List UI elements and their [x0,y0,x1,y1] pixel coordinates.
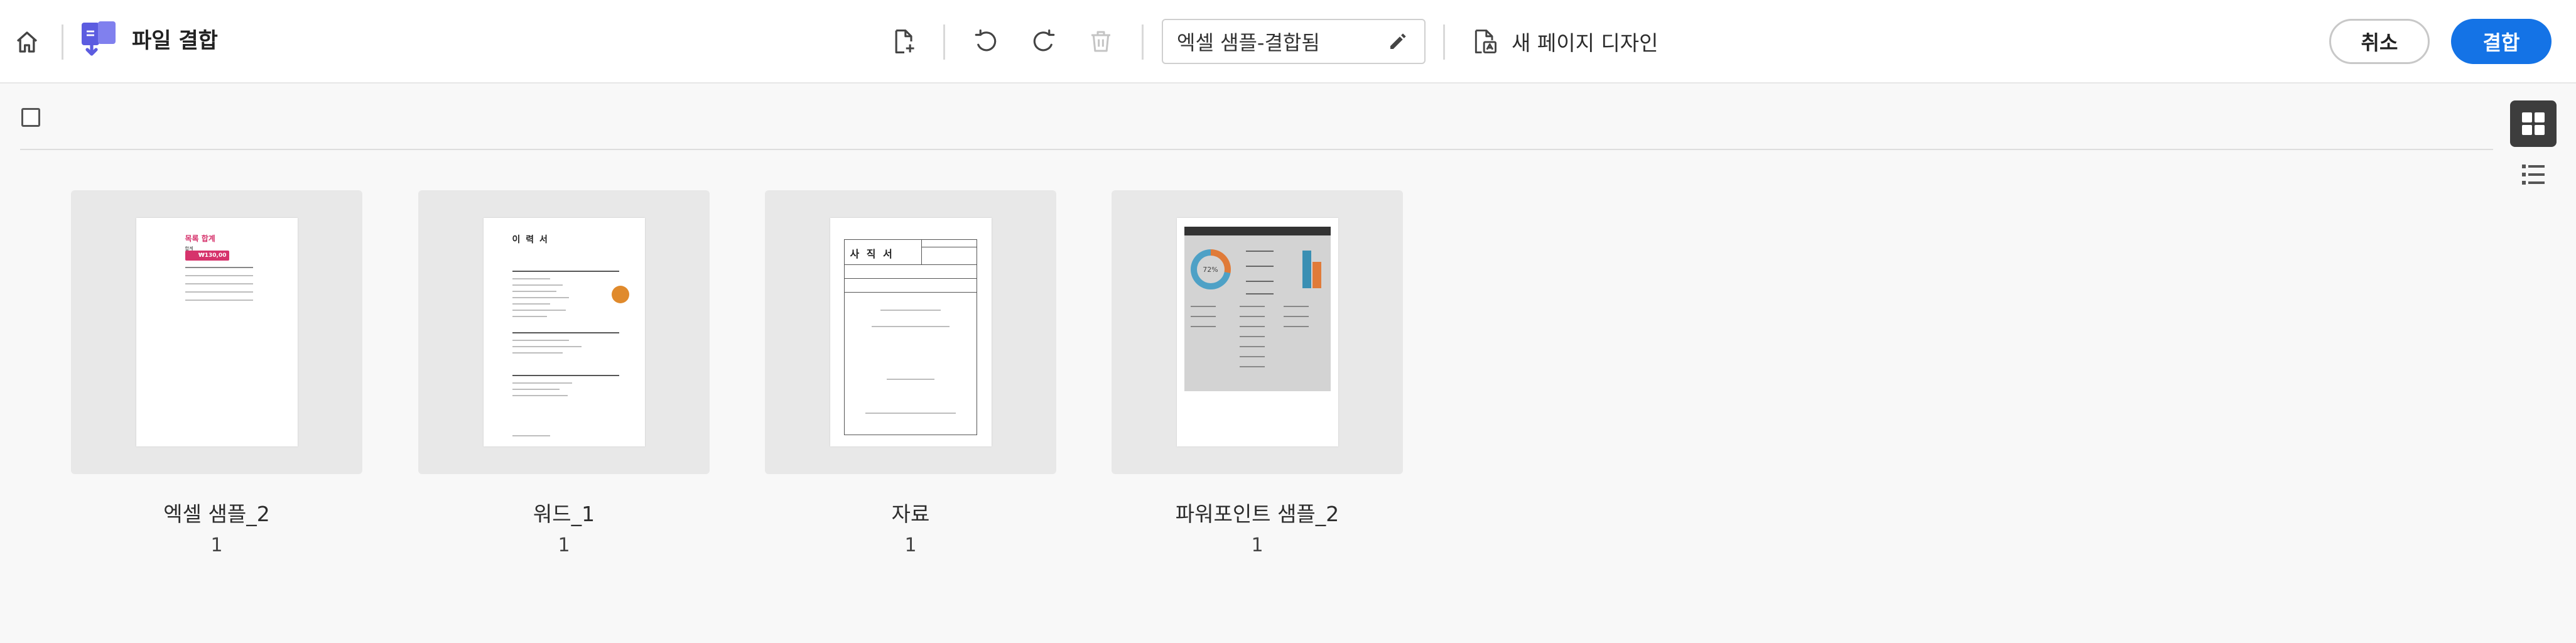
combine-button[interactable]: 결합 [2451,19,2552,64]
home-button[interactable] [9,24,45,60]
page-count: 1 [210,534,223,556]
file-card[interactable]: 목록 합계 합계 ₩130,00 엑셀 샘플_2 1 [71,190,362,558]
page-preview: 이 력 서 [483,218,645,446]
file-card[interactable]: 사 직 서 자료 1 [765,190,1056,558]
toolbar: 파일 결합 엑셀 샘플-결합됨 새 페이지 디자인 취소 결합 [0,0,2576,84]
home-icon [16,31,38,53]
page-preview: 사 직 서 [830,218,992,446]
grid-view-button[interactable] [2510,100,2557,147]
file-thumbnail[interactable]: 목록 합계 합계 ₩130,00 [71,190,362,474]
grid-view-icon [2522,112,2545,135]
file-thumbnail[interactable]: 사 직 서 [765,190,1056,474]
page-count: 1 [1251,534,1264,556]
toolbar-divider [62,24,63,60]
list-view-button[interactable] [2512,156,2555,193]
cancel-button[interactable]: 취소 [2329,19,2430,64]
redo-button[interactable] [1025,23,1063,60]
file-name-field[interactable]: 엑셀 샘플-결합됨 [1162,19,1426,64]
file-name: 자료 [891,502,930,526]
list-view-icon [2522,165,2545,185]
page-design-icon [1475,30,1496,53]
add-file-icon [895,30,914,53]
page-preview: 72% [1176,218,1338,446]
delete-button[interactable] [1082,23,1120,60]
new-page-design-button[interactable]: 새 페이지 디자인 [1471,21,1659,62]
redo-icon [1033,29,1055,51]
edit-name-button[interactable] [1385,29,1410,54]
app-title: 파일 결합 [132,28,218,53]
add-files-button[interactable] [885,23,923,60]
file-thumbnail[interactable]: 72% [1112,190,1403,474]
file-thumbnail[interactable]: 이 력 서 [418,190,710,474]
preview-heading: 목록 합계 [185,234,215,243]
undo-icon [975,29,997,51]
file-name-text: 엑셀 샘플-결합됨 [1177,31,1320,55]
select-all-checkbox[interactable] [21,108,40,127]
preview-heading: 사 직 서 [850,248,894,260]
trash-icon [1091,31,1110,52]
file-card[interactable]: 72% 파워포인트 샘플_2 1 [1112,190,1403,558]
file-card[interactable]: 이 력 서 워드_1 1 [418,190,710,558]
preview-heading: 이 력 서 [512,235,549,245]
file-name: 파워포인트 샘플_2 [1175,502,1339,526]
divider [20,149,2493,150]
file-name: 엑셀 샘플_2 [163,502,270,526]
file-name: 워드_1 [533,502,595,526]
page-count: 1 [558,534,570,556]
pencil-icon [1390,33,1406,49]
preview-badge: ₩130,00 [185,251,229,261]
donut-value: 72% [1196,256,1225,283]
page-count: 1 [904,534,917,556]
toolbar-divider [1142,24,1144,60]
undo-button[interactable] [967,23,1005,60]
new-page-design-label: 새 페이지 디자인 [1512,31,1659,55]
combine-files-app-icon [80,20,119,62]
toolbar-divider [943,24,945,60]
page-preview: 목록 합계 합계 ₩130,00 [136,218,298,446]
toolbar-divider [1443,24,1445,60]
